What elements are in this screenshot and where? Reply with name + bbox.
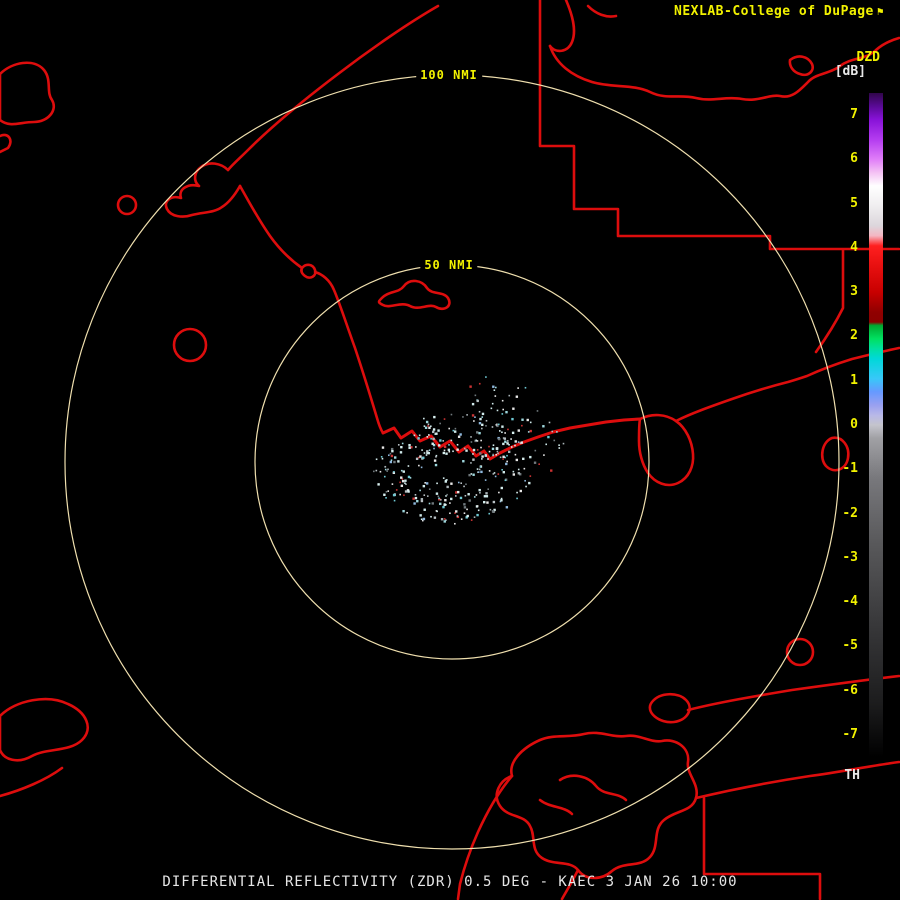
colorbar-tick: -7: [828, 727, 858, 743]
circle-feature-upperleft: [118, 196, 136, 214]
circle-feature-left: [174, 329, 206, 361]
peninsula-east-blob: [639, 415, 693, 485]
river-small-squiggle: [588, 6, 616, 17]
coastline-west-arc: [228, 6, 438, 170]
colorbar-tick: 6: [828, 151, 858, 167]
ring-label-50nmi: 50 NMI: [420, 257, 477, 273]
colorbar-tick: -3: [828, 550, 858, 566]
lake-bottomright-large: [497, 733, 697, 878]
colorbar-tick: 3: [828, 284, 858, 300]
colorbar: [869, 93, 883, 757]
brand-label: NEXLAB-College of DuPage: [674, 4, 874, 19]
lake-bottomright-small: [650, 694, 690, 722]
colorbar-bottom-label: TH: [844, 768, 860, 783]
colorbar-tick: 4: [828, 240, 858, 256]
radar-map-canvas: [0, 0, 900, 900]
colorbar-tick: -2: [828, 506, 858, 522]
brand-text: NEXLAB-College of DuPage⚑: [674, 4, 884, 19]
coast-left-edge-small: [0, 135, 10, 152]
colorbar-tick: 5: [828, 196, 858, 212]
colorbar-tick: -4: [828, 594, 858, 610]
colorbar-tick: 1: [828, 373, 858, 389]
coastline-inlet-loop: [301, 265, 315, 278]
colorbar-tick: -6: [828, 683, 858, 699]
coastline-northeast: [676, 348, 899, 421]
island-bottomleft: [0, 699, 88, 760]
radar-echoes: [373, 376, 564, 524]
lake-inner-detail-2: [540, 800, 572, 814]
colorbar-tick: 2: [828, 328, 858, 344]
river-topright-spur: [550, 0, 574, 51]
circle-feature-right: [787, 639, 813, 665]
islands-near-50nmi-label: [379, 281, 449, 309]
range-ring-50nmi: [255, 265, 649, 659]
island-topleft: [0, 63, 54, 124]
colorbar-tick: -5: [828, 638, 858, 654]
island-topright-small: [790, 57, 813, 75]
colorbar-units: [dB]: [835, 64, 866, 79]
coastline-southwest: [240, 186, 302, 268]
colorbar-tick: 7: [828, 107, 858, 123]
coastline-descending: [315, 272, 383, 433]
boundary-bottomright-line-1: [696, 762, 899, 798]
coast-bottomleft: [0, 768, 62, 796]
lake-inner-detail-1: [560, 776, 626, 800]
colorbar-tick: -1: [828, 461, 858, 477]
boundary-bottomright-line-2: [688, 676, 899, 710]
colorbar-tick: 0: [828, 417, 858, 433]
radar-display: 100 NMI 50 NMI NEXLAB-College of DuPage⚑…: [0, 0, 900, 900]
brand-mark-icon: ⚑: [877, 5, 884, 18]
ring-label-100nmi: 100 NMI: [416, 67, 482, 83]
colorbar-title: DZD: [857, 50, 880, 65]
product-caption: DIFFERENTIAL REFLECTIVITY (ZDR) 0.5 DEG …: [162, 874, 737, 890]
